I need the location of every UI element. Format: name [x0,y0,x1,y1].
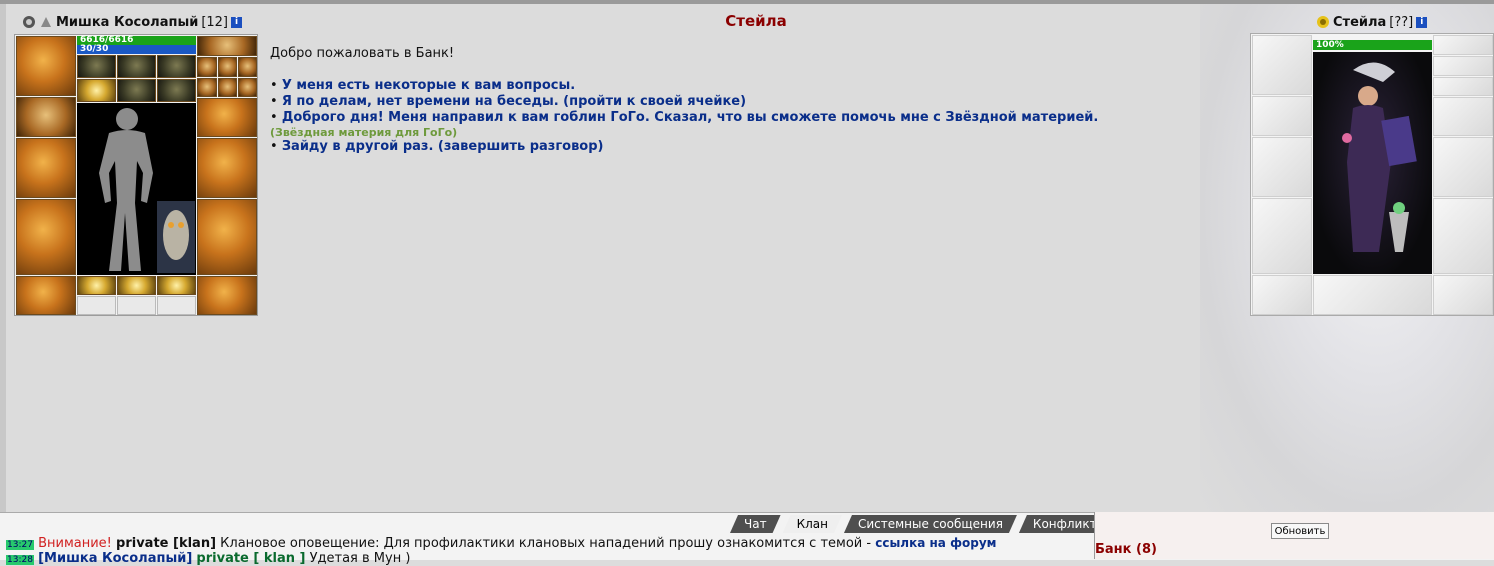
npc-helmet-slot [1252,35,1312,95]
npc-rings-slot [1433,77,1493,96]
npc-leggings-slot [1433,198,1493,274]
rune-slot-2[interactable] [218,57,237,77]
pocket-slot-2[interactable] [117,296,156,315]
npc-header: Стейла [??] i [1316,13,1428,31]
chat-sender[interactable]: private [klan] [116,536,216,551]
armor-slot[interactable] [16,199,76,275]
npc-hp-bar: 100% [1313,40,1432,50]
chat-message: 13:27 Внимание! private [klan] Клановое … [6,536,1092,551]
player-mp-bar: 30/30 [77,45,196,54]
scroll-slot-2[interactable] [117,79,156,102]
npc-portrait [1313,52,1432,274]
left-edge [0,4,6,512]
npc-emblem-icon [1316,15,1330,29]
weapon-slot[interactable] [16,138,76,198]
chat-time[interactable]: 13:28 [6,555,34,565]
dialog-option[interactable]: • Я по делам, нет времени на беседы. (пр… [270,94,1230,110]
npc-info-icon[interactable]: i [1416,16,1428,28]
dialog-option-hint: (Звёздная материя для ГоГо) [270,126,458,139]
pocket-slot-3[interactable] [157,296,196,315]
dialog-option-label[interactable]: Зайду в другой раз. (завершить разговор) [282,139,604,154]
tab-clan[interactable]: Клан [783,515,842,533]
amulet-slot[interactable] [77,55,116,78]
ring-slot-2[interactable] [77,276,116,295]
npc-boots-slot [1433,275,1493,315]
rune-slot-1[interactable] [197,57,217,77]
npc-dialog: Добро пожаловать в Банк! • У меня есть н… [270,46,1230,155]
earring-slot[interactable] [117,55,156,78]
player-avatar[interactable] [77,103,196,275]
npc-equipment-doll: 100% [1250,33,1494,316]
helmet-slot[interactable] [16,36,76,96]
forum-link[interactable]: ссылка на форум [875,536,996,550]
chat-time[interactable]: 13:27 [6,540,34,550]
boots-slot[interactable] [197,276,257,315]
npc-gloves-slot [1433,97,1493,136]
pocket-slot-1[interactable] [77,296,116,315]
rune-slot-6[interactable] [238,78,257,97]
refresh-button[interactable]: Обновить [1271,523,1329,539]
belt-slot[interactable] [16,276,76,315]
chat-warning: Внимание! [38,536,112,551]
tab-chat[interactable]: Чат [730,515,781,533]
dialog-option-label[interactable]: У меня есть некоторые к вам вопросы. [282,78,575,93]
npc-shield-slot [1433,137,1493,197]
location-label: Банк (8) [1095,542,1157,557]
gloves-slot-top[interactable] [197,36,257,56]
npc-weapon-slot [1252,137,1312,197]
leggings-slot[interactable] [197,199,257,275]
npc-bracers-slot [1252,96,1312,136]
tab-system-messages[interactable]: Системные сообщения [844,515,1017,533]
location-panel: Обновить Банк (8) [1094,512,1494,559]
dialog-greeting: Добро пожаловать в Банк! [270,46,455,61]
bracers-slot[interactable] [16,97,76,137]
scroll-slot-3[interactable] [157,79,196,102]
gloves-slot[interactable] [197,98,257,137]
offhand-slot[interactable] [197,138,257,198]
rune-slot-3[interactable] [238,57,257,77]
ring-slot-1[interactable] [77,79,116,102]
npc-earrings-slot [1433,35,1493,55]
dialog-option[interactable]: • Зайду в другой раз. (завершить разгово… [270,139,1230,155]
rune-slot-4[interactable] [197,78,217,97]
ring-slot-4[interactable] [157,276,196,295]
scroll-slot-1[interactable] [157,55,196,78]
player-equipment-doll: 6616/6616 30/30 [14,34,258,316]
npc-level: [??] [1389,14,1414,30]
ring-slot-3[interactable] [117,276,156,295]
dialog-option-label[interactable]: Я по делам, нет времени на беседы. (прой… [282,94,746,109]
dialog-option-label[interactable]: Доброго дня! Меня направил к вам гоблин … [282,110,1099,125]
npc-belt-slot [1252,275,1312,315]
npc-name[interactable]: Стейла [1333,15,1386,30]
npc-emblem-plate [1313,275,1432,315]
chat-tabs: Чат Клан Системные сообщения Конфликты [730,515,1120,533]
dialog-option[interactable]: • Доброго дня! Меня направил к вам гобли… [270,110,1230,126]
npc-armor-slot [1252,198,1312,274]
chat-text: Клановое оповещение: Для профилактики кл… [220,536,872,551]
dialog-option[interactable]: • У меня есть некоторые к вам вопросы. [270,78,1230,94]
rune-slot-5[interactable] [218,78,237,97]
npc-necklace-slot [1433,56,1493,76]
